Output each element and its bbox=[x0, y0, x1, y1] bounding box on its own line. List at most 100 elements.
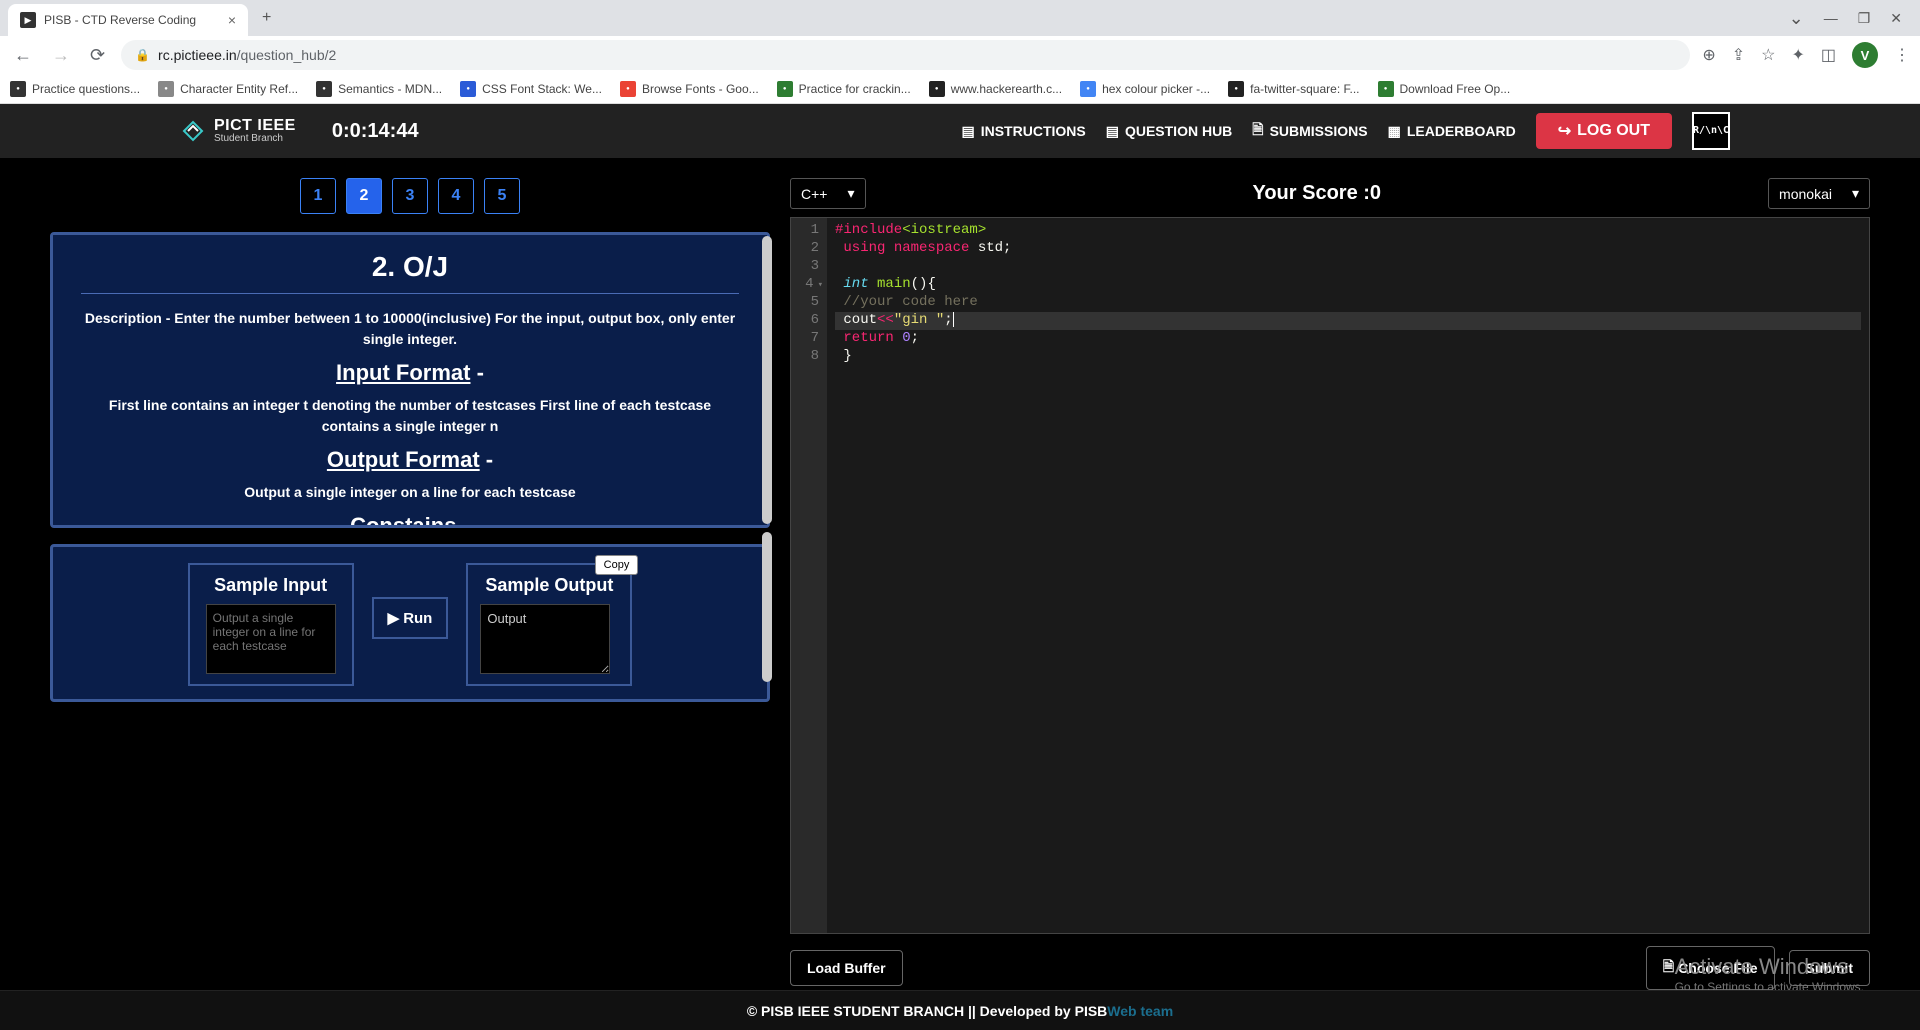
bookmark-label: CSS Font Stack: We... bbox=[482, 82, 602, 96]
extensions-icon[interactable]: ✦ bbox=[1791, 45, 1804, 65]
maximize-icon[interactable]: ❐ bbox=[1858, 10, 1871, 27]
file-icon: 🗎 bbox=[1663, 956, 1674, 980]
problem-statement: 2. O/J Description - Enter the number be… bbox=[50, 232, 770, 528]
sample-input-title: Sample Input bbox=[214, 575, 327, 596]
chevron-down-icon: ▾ bbox=[1852, 185, 1859, 202]
bookmark-item[interactable]: ●Practice for crackin... bbox=[777, 81, 911, 97]
minimize-icon[interactable]: — bbox=[1824, 10, 1838, 26]
bookmark-label: hex colour picker -... bbox=[1102, 82, 1210, 96]
question-button-1[interactable]: 1 bbox=[300, 178, 336, 214]
editor-actions: Load Buffer 🗎Choose File Submit bbox=[790, 934, 1870, 990]
chevron-down-icon: ▾ bbox=[847, 185, 854, 202]
bookmark-item[interactable]: ● Semantics - MDN... bbox=[316, 81, 442, 97]
bookmark-icon: ● bbox=[1228, 81, 1244, 97]
nav-instructions[interactable]: ▤INSTRUCTIONS bbox=[961, 123, 1085, 140]
question-button-2[interactable]: 2 bbox=[346, 178, 382, 214]
address-bar[interactable]: 🔒 rc.pictieee.in/question_hub/2 bbox=[121, 40, 1690, 70]
load-buffer-button[interactable]: Load Buffer bbox=[790, 950, 903, 986]
bookmark-item[interactable]: ●Download Free Op... bbox=[1378, 81, 1511, 97]
input-format-head: Input Format bbox=[336, 360, 470, 385]
logout-button[interactable]: ↪LOG OUT bbox=[1536, 113, 1672, 149]
bookmark-label: fa-twitter-square: F... bbox=[1250, 82, 1359, 96]
share-icon[interactable]: ⇪ bbox=[1732, 45, 1745, 65]
scrollbar[interactable] bbox=[762, 236, 772, 524]
submit-button[interactable]: Submit bbox=[1789, 950, 1870, 986]
bookmark-label: Semantics - MDN... bbox=[338, 82, 442, 96]
bookmark-icon: ● bbox=[1378, 81, 1394, 97]
tab-favicon: ▶ bbox=[20, 12, 36, 28]
browser-tab[interactable]: ▶ PISB - CTD Reverse Coding × bbox=[8, 4, 248, 36]
question-button-5[interactable]: 5 bbox=[484, 178, 520, 214]
language-select[interactable]: C++▾ bbox=[790, 178, 866, 209]
bookmark-item[interactable]: ● www.hackerearth.c... bbox=[929, 81, 1062, 97]
tab-strip: ▶ PISB - CTD Reverse Coding × + ⌄ — ❐ ✕ bbox=[0, 0, 1920, 36]
close-icon[interactable]: × bbox=[228, 12, 236, 28]
star-icon[interactable]: ☆ bbox=[1761, 45, 1775, 65]
bookmark-icon: ● bbox=[316, 81, 332, 97]
reload-button[interactable]: ⟳ bbox=[86, 41, 109, 70]
logo-icon bbox=[180, 118, 206, 144]
run-button[interactable]: ▶Run bbox=[372, 597, 449, 639]
nav-leaderboard[interactable]: ▦LEADERBOARD bbox=[1388, 123, 1516, 140]
question-button-4[interactable]: 4 bbox=[438, 178, 474, 214]
bookmark-item[interactable]: ●Character Entity Ref... bbox=[158, 81, 298, 97]
rc-badge[interactable]: R/\n\C bbox=[1692, 112, 1730, 150]
code-area[interactable]: #include<iostream> using namespace std; … bbox=[827, 218, 1869, 933]
countdown-timer: 0:0:14:44 bbox=[332, 120, 419, 143]
bookmark-item[interactable]: ●Browse Fonts - Goo... bbox=[620, 81, 759, 97]
sidepanel-icon[interactable]: ◫ bbox=[1821, 45, 1836, 65]
bookmark-icon: ● bbox=[777, 81, 793, 97]
new-tab-button[interactable]: + bbox=[258, 5, 275, 31]
right-panel: C++▾ Your Score :0 monokai▾ 1234▾5678 #i… bbox=[790, 178, 1870, 990]
constraints-head: Constains bbox=[350, 513, 456, 528]
nav-submissions[interactable]: 🗎SUBMISSIONS bbox=[1252, 119, 1367, 143]
bookmark-item[interactable]: ● CSS Font Stack: We... bbox=[460, 81, 602, 97]
topbar: PICT IEEE Student Branch 0:0:14:44 ▤INST… bbox=[0, 104, 1920, 158]
list-icon: ▤ bbox=[1106, 123, 1119, 140]
browser-chrome: ▶ PISB - CTD Reverse Coding × + ⌄ — ❐ ✕ … bbox=[0, 0, 1920, 104]
menu-icon[interactable]: ⋮ bbox=[1894, 45, 1910, 65]
sample-output[interactable]: Output bbox=[480, 604, 610, 674]
choose-file-button[interactable]: 🗎Choose File bbox=[1646, 946, 1775, 990]
bookmark-icon: ● bbox=[460, 81, 476, 97]
back-button[interactable]: ← bbox=[10, 41, 36, 70]
bookmarks-bar: ●Practice questions... ●Character Entity … bbox=[0, 74, 1920, 104]
sample-input[interactable] bbox=[206, 604, 336, 674]
url-bar: ← → ⟳ 🔒 rc.pictieee.in/question_hub/2 ⊕ … bbox=[0, 36, 1920, 74]
zoom-icon[interactable]: ⊕ bbox=[1702, 45, 1715, 65]
scrollbar[interactable] bbox=[762, 532, 772, 682]
problem-description: Description - Enter the number between 1… bbox=[81, 308, 739, 350]
footer: © PISB IEEE STUDENT BRANCH || Developed … bbox=[0, 990, 1920, 1030]
logout-icon: ↪ bbox=[1558, 121, 1571, 141]
bookmark-icon: ● bbox=[158, 81, 174, 97]
bookmark-item[interactable]: ● fa-twitter-square: F... bbox=[1228, 81, 1359, 97]
nav-question-hub[interactable]: ▤QUESTION HUB bbox=[1106, 123, 1233, 140]
main-content: 12345 2. O/J Description - Enter the num… bbox=[0, 158, 1920, 990]
bookmark-icon: ● bbox=[929, 81, 945, 97]
problem-title: 2. O/J bbox=[81, 251, 739, 283]
bookmark-label: www.hackerearth.c... bbox=[951, 82, 1062, 96]
score-display: Your Score :0 bbox=[880, 182, 1755, 205]
copy-tooltip[interactable]: Copy bbox=[595, 555, 639, 575]
footer-link[interactable]: Web team bbox=[1107, 1003, 1173, 1019]
logo[interactable]: PICT IEEE Student Branch bbox=[180, 118, 296, 144]
sample-output-title: Sample Output bbox=[480, 575, 618, 596]
lock-icon: 🔒 bbox=[135, 48, 150, 62]
play-icon: ▶ bbox=[388, 609, 400, 627]
chevron-down-icon[interactable]: ⌄ bbox=[1789, 8, 1804, 29]
question-button-3[interactable]: 3 bbox=[392, 178, 428, 214]
chart-icon: ▦ bbox=[1388, 123, 1401, 140]
nav-links: ▤INSTRUCTIONS ▤QUESTION HUB 🗎SUBMISSIONS… bbox=[961, 112, 1920, 150]
left-panel: 12345 2. O/J Description - Enter the num… bbox=[50, 178, 770, 990]
avatar[interactable]: V bbox=[1852, 42, 1878, 68]
theme-select[interactable]: monokai▾ bbox=[1768, 178, 1870, 209]
bookmark-item[interactable]: ●Practice questions... bbox=[10, 81, 140, 97]
line-gutter: 1234▾5678 bbox=[791, 218, 827, 933]
sample-io: Sample Input ▶Run Copy Sample Output Out… bbox=[50, 544, 770, 702]
forward-button[interactable]: → bbox=[48, 41, 74, 70]
bookmark-item[interactable]: ●hex colour picker -... bbox=[1080, 81, 1210, 97]
code-editor[interactable]: 1234▾5678 #include<iostream> using names… bbox=[790, 217, 1870, 934]
bookmark-icon: ● bbox=[10, 81, 26, 97]
close-window-icon[interactable]: ✕ bbox=[1890, 10, 1902, 27]
output-format-head: Output Format bbox=[327, 447, 480, 472]
